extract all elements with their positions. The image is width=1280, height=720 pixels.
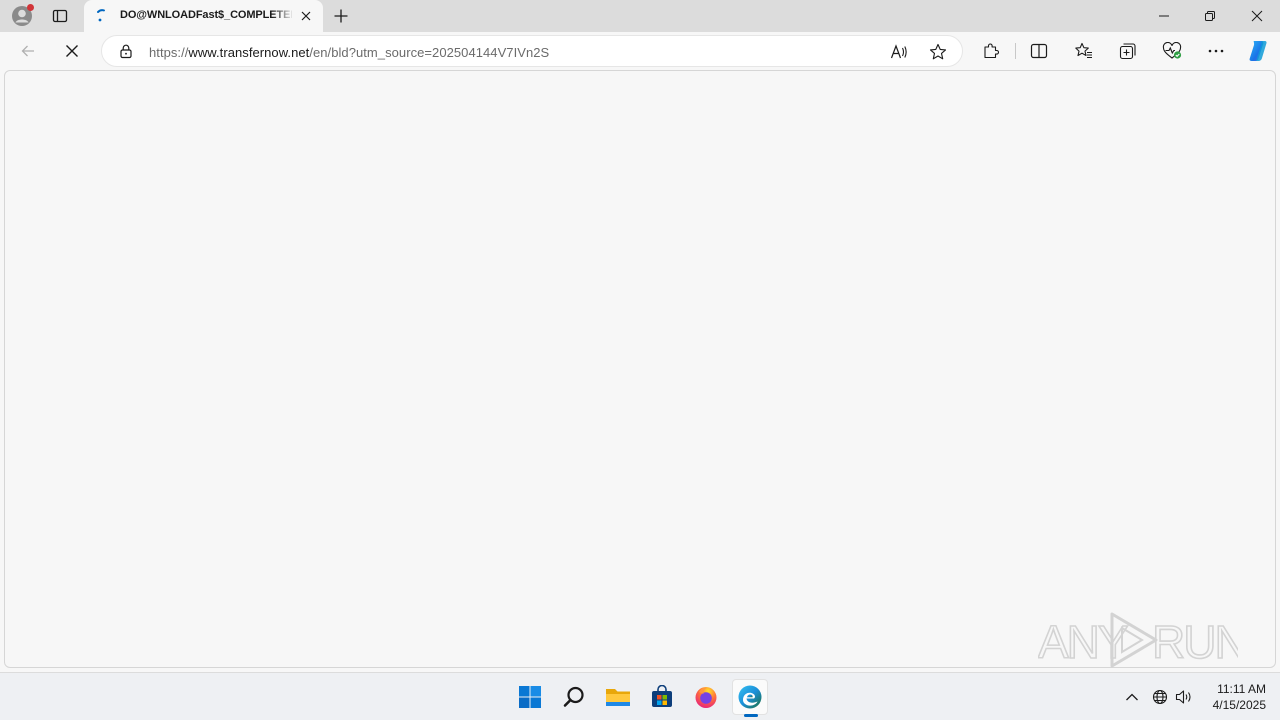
chevron-up-icon [1126,693,1138,701]
url-text[interactable]: https://www.transfernow.net/en/bld?utm_s… [149,45,549,60]
file-explorer-icon [606,689,630,706]
tab-close-button[interactable] [298,8,314,24]
notification-badge [27,4,34,11]
loading-spinner-icon [97,9,105,22]
tab-title-fade [272,6,294,26]
toolbar-separator [1015,43,1016,59]
restore-button[interactable] [1187,0,1233,32]
firefox-icon [695,687,717,708]
network-button[interactable] [1149,685,1171,709]
plus-icon [334,9,348,23]
close-icon [301,11,311,21]
watermark-text-any: ANY [1038,616,1128,668]
tab-actions-button[interactable] [46,3,74,29]
split-screen-button[interactable] [1023,35,1055,67]
file-explorer-button[interactable] [600,679,636,715]
url-path: /en/bld?utm_source=202504144V7IVn2S [309,45,550,60]
minimize-button[interactable] [1141,0,1187,32]
copilot-button[interactable] [1242,35,1274,67]
store-button[interactable] [644,679,680,715]
clock-time: 11:11 AM [1217,682,1266,696]
close-icon [1251,10,1263,22]
tab-actions-icon [52,9,68,23]
watermark-text-run: RUN [1152,616,1238,668]
address-bar[interactable]: https://www.transfernow.net/en/bld?utm_s… [101,35,963,67]
puzzle-icon [984,43,1000,59]
new-tab-button[interactable] [328,3,354,29]
network-icon [1152,689,1168,705]
read-aloud-icon [890,44,907,59]
anyrun-watermark: ANY RUN [1038,612,1238,669]
tab-strip: DO@WNLOADFast$_COMPLETED [0,0,1280,32]
heart-pulse-icon [1162,42,1182,59]
favorites-button[interactable] [1068,35,1100,67]
extensions-button[interactable] [975,35,1007,67]
back-arrow-icon [21,45,34,57]
url-scheme: https:// [149,45,189,60]
volume-icon [1175,690,1191,704]
collections-icon [1119,43,1136,60]
read-aloud-button[interactable] [889,42,909,62]
page-content[interactable] [4,70,1276,668]
back-button[interactable] [12,35,44,67]
stop-loading-button[interactable] [56,35,88,67]
firefox-button[interactable] [688,679,724,715]
active-tab[interactable]: DO@WNLOADFast$_COMPLETED [84,0,323,32]
copilot-icon [1249,41,1267,61]
minimize-icon [1159,15,1169,17]
start-icon [519,686,541,708]
store-icon [652,685,672,707]
browser-essentials-button[interactable] [1156,35,1188,67]
more-icon [1208,49,1224,53]
lock-icon[interactable] [118,43,134,59]
clock-date: 4/15/2025 [1212,698,1266,712]
search-button[interactable] [556,679,592,715]
search-icon [563,686,584,707]
volume-button[interactable] [1173,685,1195,709]
navigation-toolbar: https://www.transfernow.net/en/bld?utm_s… [0,32,1280,70]
url-host: www.transfernow.net [188,45,310,60]
star-icon [929,43,947,60]
more-options-button[interactable] [1200,35,1232,67]
close-window-button[interactable] [1234,0,1280,32]
collections-button[interactable] [1112,35,1144,67]
start-button[interactable] [512,679,548,715]
split-screen-icon [1030,43,1048,59]
show-hidden-icons-button[interactable] [1121,685,1143,709]
add-favorite-button[interactable] [928,42,948,62]
system-clock[interactable]: 11:11 AM 4/15/2025 [1196,681,1266,713]
stop-icon [66,45,78,57]
restore-icon [1205,11,1215,21]
taskbar: 11:11 AM 4/15/2025 [0,672,1280,720]
active-app-indicator [744,714,758,717]
tab-title: DO@WNLOADFast$_COMPLETED [120,9,292,21]
edge-button[interactable] [732,679,768,715]
edge-icon [738,685,762,709]
favorites-icon [1075,42,1092,59]
